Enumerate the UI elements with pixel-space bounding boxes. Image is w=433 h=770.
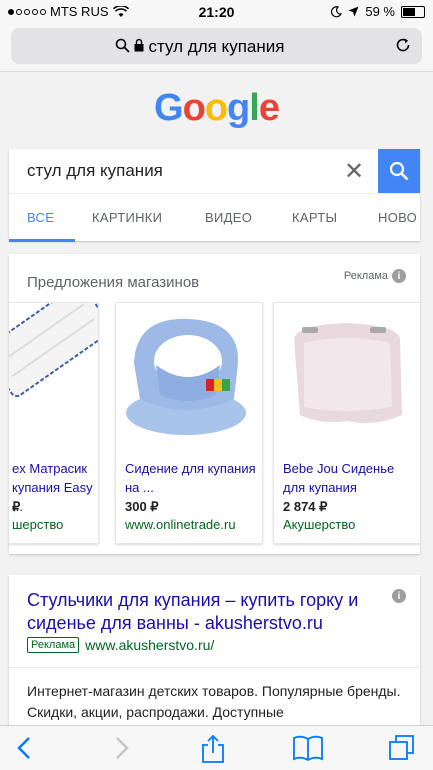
ad-description: Интернет-магазин детских товаров. Популя… bbox=[27, 683, 401, 720]
product-card[interactable]: Bebe Jou Сиденье для купания 2 874 ₽ Аку… bbox=[273, 302, 420, 544]
ad-title-link[interactable]: Стульчики для купания – купить горку и с… bbox=[27, 589, 387, 635]
tab-maps[interactable]: КАРТЫ bbox=[292, 210, 337, 225]
close-icon[interactable]: ✕ bbox=[344, 157, 364, 186]
tab-images[interactable]: КАРТИНКИ bbox=[92, 210, 162, 225]
tab-all[interactable]: ВСЕ bbox=[27, 210, 54, 225]
shopping-results-card: Предложения магазинов Реклама i ex Матра… bbox=[9, 254, 420, 554]
google-logo[interactable]: Google bbox=[0, 87, 433, 130]
active-tab-indicator bbox=[9, 239, 75, 242]
search-input[interactable]: стул для купания bbox=[27, 161, 163, 181]
ad-label[interactable]: Реклама i bbox=[344, 269, 406, 283]
tab-videos[interactable]: ВИДЕО bbox=[205, 210, 252, 225]
tab-news[interactable]: НОВО bbox=[378, 210, 417, 225]
forward-icon[interactable] bbox=[110, 734, 132, 762]
product-name[interactable]: Сидение для купания на ... bbox=[125, 459, 261, 497]
info-icon[interactable]: i bbox=[392, 269, 406, 283]
product-image bbox=[116, 303, 262, 453]
web-page: Google стул для купания ✕ ВСЕ КАРТИНКИ В… bbox=[0, 73, 433, 725]
product-name[interactable]: ex Матрасик купания Easy ... bbox=[12, 459, 102, 516]
battery-percent: 59 % bbox=[365, 4, 395, 19]
product-image bbox=[9, 303, 98, 453]
product-store: шерство bbox=[12, 517, 64, 532]
share-icon[interactable] bbox=[200, 734, 226, 764]
search-box-card: стул для купания ✕ ВСЕ КАРТИНКИ ВИДЕО КА… bbox=[9, 149, 420, 242]
search-tabs: ВСЕ КАРТИНКИ ВИДЕО КАРТЫ НОВО bbox=[9, 193, 420, 242]
search-icon bbox=[389, 161, 409, 181]
reload-icon[interactable] bbox=[394, 36, 412, 54]
tabs-icon[interactable] bbox=[388, 734, 416, 762]
location-arrow-icon bbox=[348, 6, 359, 17]
info-icon[interactable]: i bbox=[392, 589, 406, 603]
status-bar: MTS RUS 21:20 59 % bbox=[0, 0, 433, 24]
product-card[interactable]: Сидение для купания на ... 300 ₽ www.onl… bbox=[115, 302, 263, 544]
ad-badge: Реклама bbox=[27, 637, 80, 653]
address-text: стул для купания bbox=[148, 37, 285, 56]
product-price: ₽ bbox=[12, 499, 21, 514]
product-name[interactable]: Bebe Jou Сиденье для купания bbox=[283, 459, 419, 497]
product-image bbox=[274, 303, 420, 453]
product-card[interactable]: ex Матрасик купания Easy ... ₽ шерство bbox=[9, 302, 99, 544]
shopping-title: Предложения магазинов bbox=[27, 274, 200, 291]
back-icon[interactable] bbox=[14, 734, 36, 762]
ad-label-text: Реклама bbox=[343, 270, 388, 282]
product-store: Акушерство bbox=[283, 517, 356, 532]
text-ad-card: Стульчики для купания – купить горку и с… bbox=[9, 575, 420, 725]
ad-url: www.akusherstvo.ru/ bbox=[85, 637, 215, 653]
battery-icon bbox=[401, 5, 425, 18]
search-button[interactable] bbox=[378, 149, 420, 193]
browser-url-bar: стул для купания bbox=[0, 24, 433, 72]
product-store: www.onlinetrade.ru bbox=[125, 517, 236, 532]
divider bbox=[9, 667, 420, 668]
bookmarks-icon[interactable] bbox=[292, 734, 324, 762]
moon-icon bbox=[331, 5, 343, 17]
address-field[interactable]: стул для купания bbox=[11, 28, 422, 64]
browser-toolbar bbox=[0, 725, 433, 770]
product-price: 300 ₽ bbox=[125, 499, 159, 514]
product-price: 2 874 ₽ bbox=[283, 499, 328, 514]
